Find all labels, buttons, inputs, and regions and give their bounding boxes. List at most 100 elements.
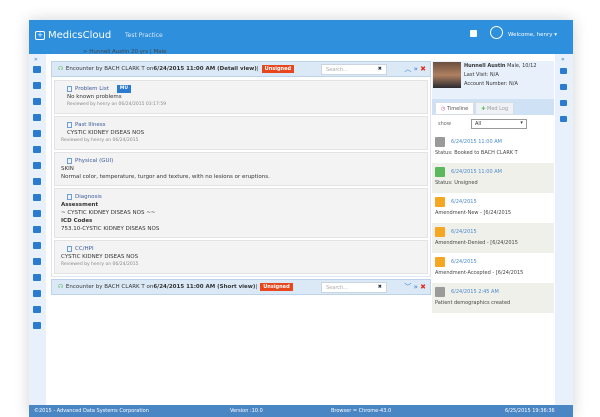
diagnosis-section: Diagnosis Assessment ~ CYSTIC KIDNEY DIS… — [54, 188, 428, 238]
patient-card: Hunnell Austin Male, 10/12 Last Visit: N… — [432, 61, 554, 99]
reviewed-text: Reviewed by henry on 06/24/2015 — [61, 138, 139, 143]
wheelchair-icon[interactable] — [33, 274, 41, 281]
search-input[interactable]: Search... ✖ — [321, 282, 387, 293]
assessment-text: ~ CYSTIC KIDNEY DISEAS NOS ~~ — [61, 210, 156, 216]
doctor-icon[interactable] — [33, 242, 41, 249]
encounter-date: 6/24/2015 11:00 AM (Detail view) — [153, 66, 257, 72]
hospital-icon[interactable] — [33, 162, 41, 169]
section-title[interactable]: Past Illness — [75, 121, 106, 129]
filter-label: show — [438, 121, 451, 127]
next-icon[interactable]: » — [414, 283, 418, 291]
event-description: Patient demographics created — [435, 300, 511, 306]
version: Version :10.0 — [230, 408, 263, 414]
section-title[interactable]: Problem List — [75, 85, 109, 93]
encounter-date: 6/24/2015 11:00 AM (Short view) — [153, 284, 256, 290]
document-icon — [67, 86, 72, 92]
syringe-icon[interactable] — [33, 194, 41, 201]
mu-badge: MU — [116, 85, 131, 93]
clear-icon[interactable]: ✖ — [378, 284, 382, 290]
event-date[interactable]: 6/24/2015 — [451, 259, 477, 265]
lab-icon[interactable] — [33, 114, 41, 121]
close-icon[interactable]: ✖ — [420, 65, 426, 73]
tab-timeline[interactable]: ◷ Timeline — [435, 102, 475, 115]
timeline-item[interactable]: 6/24/2015 11:00 AM Status: Unsigned — [432, 163, 554, 193]
home-icon[interactable] — [33, 66, 41, 73]
section-text: No known problems — [67, 94, 122, 100]
user-icon[interactable] — [33, 82, 41, 89]
user-avatar-icon[interactable] — [490, 26, 503, 39]
breadcrumb: Encounter > Hunnell Austin 20 yrs | Male — [53, 49, 167, 55]
physical-section: Physical (GUI) SKIN Normal color, temper… — [54, 152, 428, 186]
breadcrumb-encounter-link[interactable]: Encounter — [53, 49, 81, 55]
book-icon[interactable] — [560, 116, 567, 122]
section-text: CYSTIC KIDNEY DISEAS NOS — [61, 254, 139, 260]
medical-kit-icon: + — [35, 31, 45, 40]
event-date[interactable]: 6/24/2015 2:45 AM — [451, 289, 499, 295]
clear-icon[interactable]: ✖ — [378, 66, 382, 72]
datetime: 6/25/2015 19:36:36 — [505, 408, 555, 414]
event-description: Status: Booked to BACH CLARK T — [435, 150, 518, 156]
timeline-item[interactable]: 6/24/2015 Amendment-Accepted - [6/24/2015 — [432, 253, 554, 283]
encounter-header-short: ☊ Encounter by BACH CLARK T on 6/24/2015… — [51, 279, 431, 295]
group-icon[interactable] — [33, 322, 41, 329]
expand-icon[interactable]: » — [34, 56, 38, 63]
logo[interactable]: + MedicsCloud — [35, 30, 111, 41]
tab-label: Med Log — [487, 106, 509, 112]
separator: | — [256, 66, 259, 72]
event-icon — [435, 197, 445, 207]
section-title[interactable]: CC/HPI — [75, 245, 94, 253]
list-icon[interactable] — [33, 98, 41, 105]
event-date[interactable]: 6/24/2015 — [451, 199, 477, 205]
settings-icon[interactable] — [560, 84, 567, 90]
collapse-icon[interactable]: « — [561, 56, 565, 63]
pills-icon[interactable] — [33, 178, 41, 185]
collapse-icon[interactable]: ︿ — [404, 65, 411, 73]
section-text: CYSTIC KIDNEY DISEAS NOS — [67, 130, 145, 136]
search-placeholder: Search... — [326, 67, 348, 73]
calendar-icon[interactable] — [470, 30, 477, 37]
flask-icon[interactable] — [33, 210, 41, 217]
filter-select[interactable]: All — [470, 119, 527, 129]
filter-row: show All — [432, 115, 554, 133]
assessment-heading: Assessment — [61, 202, 99, 208]
grid-icon[interactable] — [560, 68, 567, 74]
section-text: SKIN — [61, 166, 74, 172]
event-description: Amendment-Accepted - [6/24/2015 — [435, 270, 524, 276]
user-menu[interactable]: Welcome, henry ▾ — [508, 32, 557, 38]
icd-text: 753.10-CYSTIC KIDNEY DISEAS NOS — [61, 226, 160, 232]
section-title[interactable]: Diagnosis — [75, 193, 102, 201]
event-icon — [435, 287, 445, 297]
timeline-item[interactable]: 6/24/2015 Amendment-New - [6/24/2015 — [432, 193, 554, 223]
stethoscope-icon: ☊ — [58, 284, 63, 290]
search-input[interactable]: Search... ✖ — [321, 64, 387, 75]
timeline-item[interactable]: 6/24/2015 2:45 AM Patient demographics cr… — [432, 283, 554, 313]
practice-name[interactable]: Test Practice — [125, 32, 163, 39]
person-icon[interactable] — [33, 290, 41, 297]
timeline-item[interactable]: 6/24/2015 Amendment-Denied - [6/24/2015 — [432, 223, 554, 253]
separator: | — [255, 284, 258, 290]
close-icon[interactable]: ✖ — [420, 283, 426, 291]
patient-photo — [433, 62, 461, 88]
event-icon — [435, 137, 445, 147]
tab-med-log[interactable]: ✚ Med Log — [475, 102, 515, 115]
copyright: ©2015 - Advanced Data Systems Corporatio… — [34, 408, 149, 414]
family-icon[interactable] — [33, 306, 41, 313]
event-date[interactable]: 6/24/2015 11:00 AM — [451, 169, 502, 175]
next-icon[interactable]: » — [414, 65, 418, 73]
calendar-icon[interactable] — [33, 146, 41, 153]
edit-icon[interactable] — [33, 226, 41, 233]
event-icon — [435, 257, 445, 267]
car-icon[interactable] — [33, 130, 41, 137]
app-window: + MedicsCloud Test Practice Welcome, henr… — [29, 20, 573, 417]
event-icon — [435, 227, 445, 237]
document-icon — [67, 194, 72, 200]
document-icon[interactable] — [33, 258, 41, 265]
expand-icon[interactable]: ﹀ — [404, 283, 411, 291]
timeline-item[interactable]: 6/24/2015 11:00 AM Status: Booked to BACH… — [432, 133, 554, 163]
encounter-prefix: Encounter by BACH CLARK T on — [65, 284, 154, 290]
event-date[interactable]: 6/24/2015 11:00 AM — [451, 139, 502, 145]
section-title[interactable]: Physical (GUI) — [75, 157, 113, 165]
event-date[interactable]: 6/24/2015 — [451, 229, 477, 235]
clock-icon: ◷ — [441, 106, 446, 112]
wrench-icon[interactable] — [560, 100, 567, 106]
